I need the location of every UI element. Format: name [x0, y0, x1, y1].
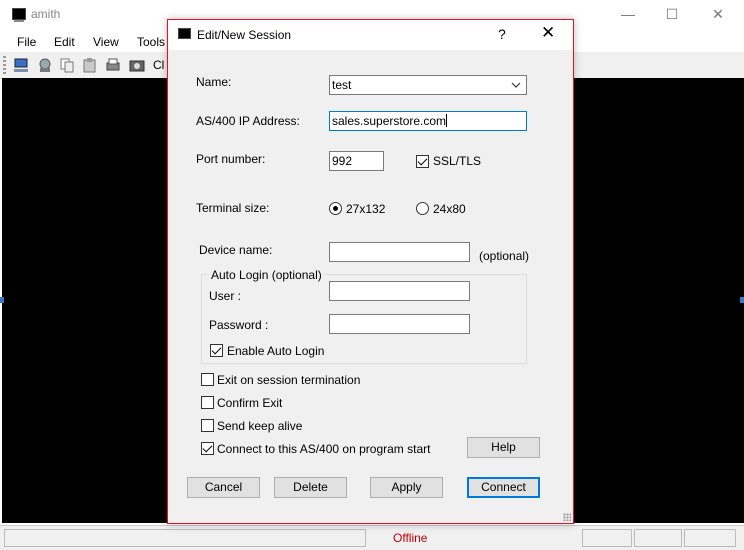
ssl-checkbox[interactable] [416, 155, 429, 168]
edit-session-dialog: Edit/New Session ? ✕ Name: test AS/400 I… [167, 19, 574, 524]
connection-status: Offline [393, 531, 428, 545]
dialog-close-button[interactable]: ✕ [541, 23, 555, 43]
port-input[interactable]: 992 [329, 151, 384, 171]
dialog-titlebar[interactable]: Edit/New Session ? ✕ [168, 20, 573, 50]
port-value: 992 [332, 154, 353, 168]
connect-on-start-label[interactable]: Connect to this AS/400 on program start [217, 442, 430, 456]
terminal-size-label: Terminal size: [196, 201, 270, 215]
help-question-button[interactable]: ? [498, 26, 506, 42]
name-dropdown[interactable]: test [329, 75, 527, 95]
toolbar-grip[interactable] [3, 56, 6, 74]
print-icon[interactable] [104, 56, 122, 74]
resize-grip[interactable] [563, 513, 571, 521]
menu-file[interactable]: File [17, 35, 36, 49]
connect-on-start-checkbox[interactable] [201, 442, 214, 455]
terminal-app-icon [12, 8, 26, 22]
text-caret [446, 114, 448, 127]
status-cell [684, 529, 736, 547]
monitor-icon[interactable] [12, 56, 30, 74]
ip-address-input[interactable]: sales.superstore.com [329, 111, 527, 131]
status-bar: Offline [0, 525, 744, 550]
right-edge-marker [740, 297, 744, 303]
toolbar-label[interactable]: Cl [153, 58, 164, 72]
help-button[interactable]: Help [467, 437, 540, 458]
enable-auto-login-label[interactable]: Enable Auto Login [227, 344, 324, 358]
menu-tools[interactable]: Tools [137, 35, 165, 49]
cancel-button[interactable]: Cancel [187, 477, 260, 498]
name-label: Name: [196, 75, 232, 89]
send-keep-alive-label[interactable]: Send keep alive [217, 419, 302, 433]
confirm-exit-checkbox[interactable] [201, 396, 214, 409]
terminal-24x80-radio[interactable] [416, 202, 429, 215]
send-keep-alive-checkbox[interactable] [201, 419, 214, 432]
menu-edit[interactable]: Edit [54, 35, 75, 49]
terminal-27x132-radio[interactable] [329, 202, 342, 215]
terminal-27x132-label[interactable]: 27x132 [346, 202, 385, 216]
status-cell [634, 529, 682, 547]
terminal-24x80-label[interactable]: 24x80 [433, 202, 466, 216]
status-cell [582, 529, 632, 547]
auto-login-legend: Auto Login (optional) [209, 268, 324, 282]
confirm-exit-label[interactable]: Confirm Exit [217, 396, 282, 410]
menu-view[interactable]: View [93, 35, 119, 49]
user-input[interactable] [329, 281, 470, 301]
left-edge-marker [0, 297, 4, 303]
status-cell [4, 529, 366, 547]
copy-icon[interactable] [58, 56, 76, 74]
chevron-down-icon [511, 76, 521, 94]
name-value: test [332, 78, 352, 92]
camera-icon[interactable] [128, 56, 146, 74]
exit-on-termination-label[interactable]: Exit on session termination [217, 373, 360, 387]
minimize-button[interactable]: — [614, 4, 642, 24]
device-optional-hint: (optional) [479, 249, 530, 263]
paste-icon[interactable] [81, 56, 99, 74]
connect-button[interactable]: Connect [467, 477, 540, 498]
main-window-title: amith [31, 7, 61, 21]
user-label: User : [209, 289, 242, 303]
dialog-title: Edit/New Session [197, 28, 292, 42]
device-name-label: Device name: [199, 243, 273, 257]
ssl-label[interactable]: SSL/TLS [433, 154, 481, 168]
maximize-button[interactable]: ☐ [658, 4, 686, 24]
connect-icon[interactable] [36, 56, 54, 74]
apply-button[interactable]: Apply [370, 477, 443, 498]
delete-button[interactable]: Delete [274, 477, 347, 498]
ip-address-label: AS/400 IP Address: [196, 114, 300, 128]
enable-auto-login-checkbox[interactable] [210, 344, 223, 357]
terminal-app-icon [178, 28, 191, 39]
password-input[interactable] [329, 314, 470, 334]
password-label: Password : [209, 318, 269, 332]
device-name-input[interactable] [329, 242, 470, 262]
exit-on-termination-checkbox[interactable] [201, 373, 214, 386]
close-button[interactable]: ✕ [704, 4, 732, 24]
port-label: Port number: [196, 152, 266, 166]
ip-address-value: sales.superstore.com [332, 114, 447, 128]
